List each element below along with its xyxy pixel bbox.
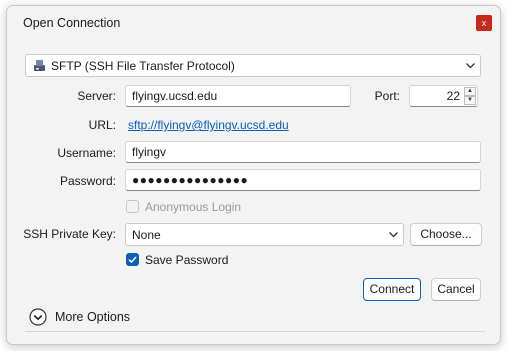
title-bar: Open Connection x xyxy=(7,6,500,40)
port-decrement-button[interactable]: ▼ xyxy=(464,96,476,105)
url-label: URL: xyxy=(88,118,116,132)
divider xyxy=(25,331,485,332)
protocol-selected: SFTP (SSH File Transfer Protocol) xyxy=(51,59,235,73)
chevron-down-icon xyxy=(466,63,475,69)
username-input[interactable]: flyingv xyxy=(125,141,481,163)
cancel-button[interactable]: Cancel xyxy=(431,278,481,301)
server-drive-icon xyxy=(34,60,45,71)
dialog-title: Open Connection xyxy=(23,16,121,30)
anonymous-login-label: Anonymous Login xyxy=(145,200,242,214)
ssh-key-selected: None xyxy=(132,228,161,242)
check-icon xyxy=(128,256,137,264)
server-label: Server: xyxy=(77,89,116,103)
port-increment-button[interactable]: ▲ xyxy=(464,87,476,96)
more-options-label: More Options xyxy=(55,310,131,324)
password-label: Password: xyxy=(59,174,116,188)
protocol-dropdown[interactable]: SFTP (SSH File Transfer Protocol) xyxy=(25,54,481,77)
port-value: 22 xyxy=(446,89,460,103)
expand-circle-icon xyxy=(29,308,47,326)
save-password-checkbox[interactable] xyxy=(126,253,139,266)
anonymous-login-checkbox[interactable] xyxy=(126,200,139,213)
server-input[interactable]: flyingv.ucsd.edu xyxy=(125,85,351,107)
ssh-key-label: SSH Private Key: xyxy=(23,227,116,241)
choose-key-button[interactable]: Choose... xyxy=(410,223,482,246)
port-stepper[interactable]: 22 ▲ ▼ xyxy=(409,85,478,107)
ssh-key-dropdown[interactable]: None xyxy=(125,223,404,246)
username-label: Username: xyxy=(57,146,116,160)
port-stepper-buttons: ▲ ▼ xyxy=(464,87,476,105)
chevron-down-icon xyxy=(389,232,398,238)
connect-button[interactable]: Connect xyxy=(363,278,421,301)
password-input[interactable]: ●●●●●●●●●●●●●●● xyxy=(125,169,481,191)
save-password-label: Save Password xyxy=(145,253,229,267)
url-link[interactable]: sftp://flyingv@flyingv.ucsd.edu xyxy=(128,118,289,132)
port-label: Port: xyxy=(374,89,400,103)
open-connection-dialog: Open Connection x SFTP (SSH File Transfe… xyxy=(6,5,501,345)
close-button[interactable]: x xyxy=(476,15,492,31)
